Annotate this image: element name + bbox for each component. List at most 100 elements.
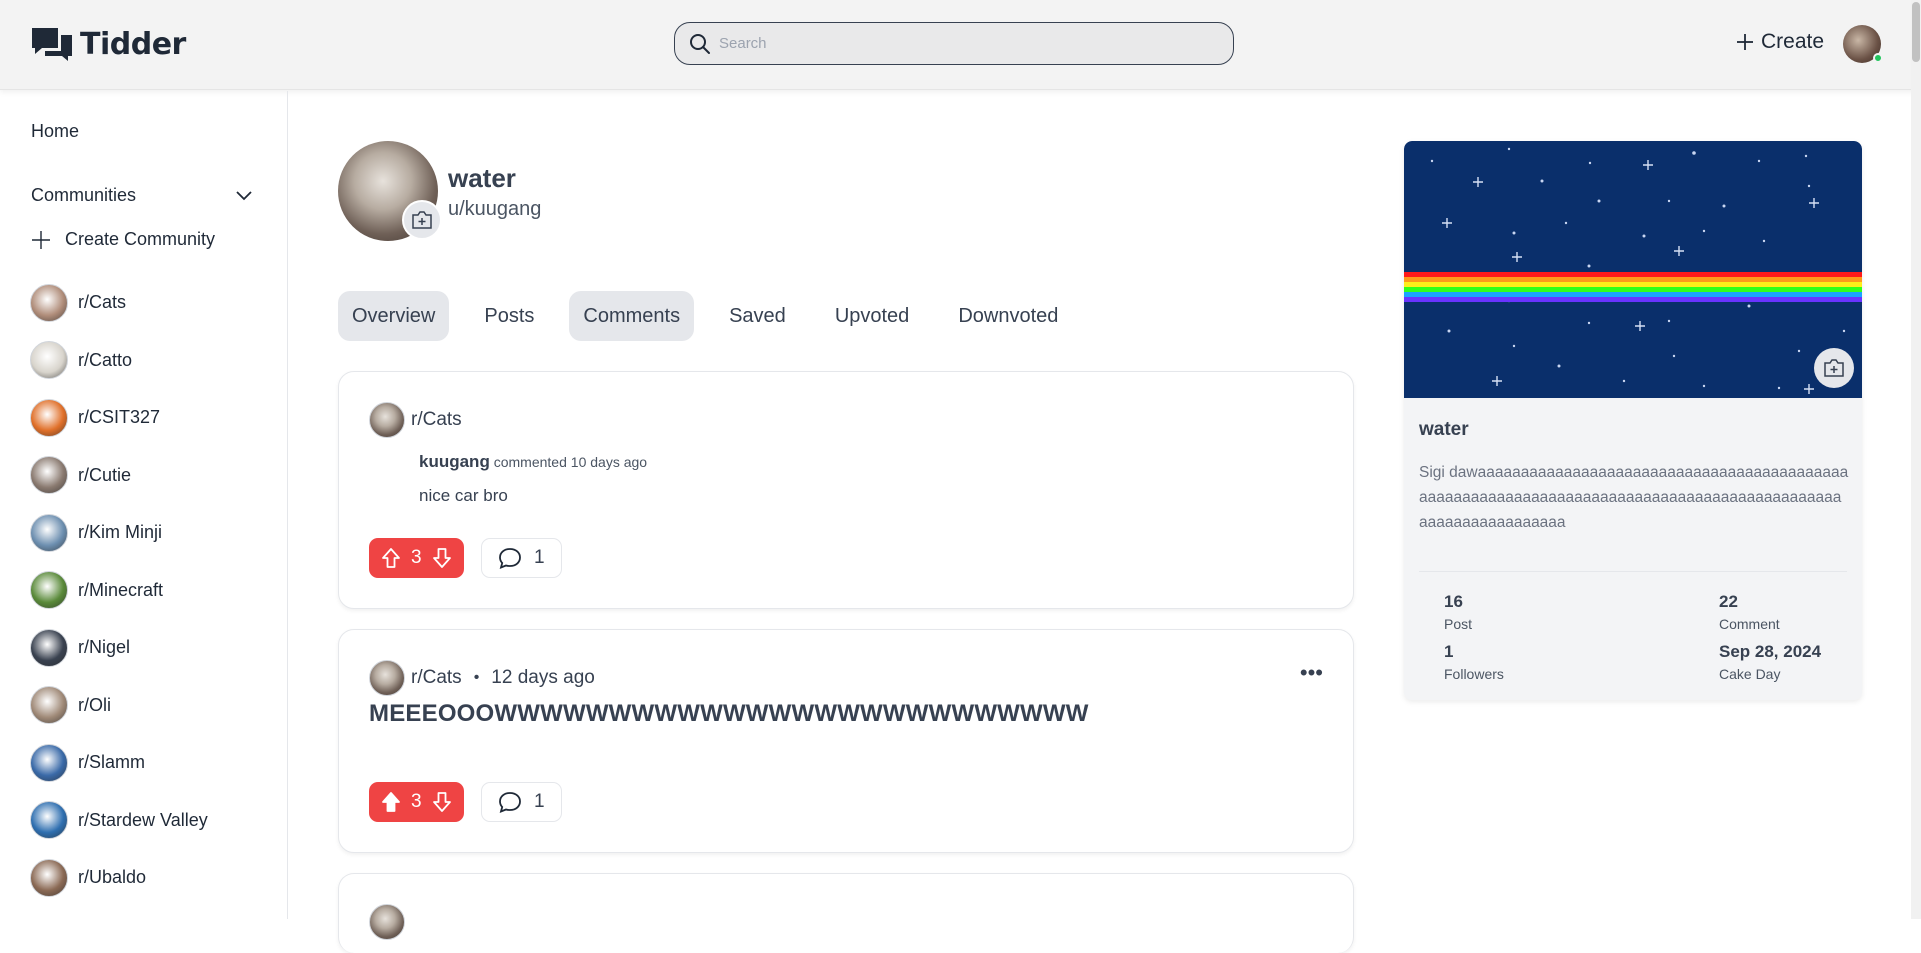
chevron-down-icon: [236, 190, 252, 200]
vote-control: 3: [369, 538, 464, 578]
sidebar-item-community[interactable]: r/Slamm: [30, 734, 208, 792]
plus-icon: [1737, 34, 1753, 50]
create-community-button[interactable]: Create Community: [31, 229, 215, 250]
post-time: 12 days ago: [491, 667, 595, 688]
tab-upvoted[interactable]: Upvoted: [821, 291, 924, 341]
communities-toggle[interactable]: Communities: [31, 185, 253, 206]
community-avatar: [30, 801, 68, 840]
card-header: r/Cats: [369, 402, 462, 438]
comment-count: 1: [534, 791, 545, 812]
comment-count: 1: [534, 547, 545, 568]
scrollbar-thumb[interactable]: [1912, 2, 1920, 62]
profile-tabs: Overview Posts Comments Saved Upvoted Downvot…: [338, 291, 1093, 341]
stat-followers-value: 1: [1444, 642, 1454, 661]
create-button[interactable]: Create: [1735, 30, 1824, 54]
tab-downvoted[interactable]: Downvoted: [944, 291, 1072, 341]
community-avatar: [30, 341, 68, 380]
sidebar-item-community[interactable]: r/Kim Minji: [30, 504, 208, 562]
community-label: r/Ubaldo: [78, 867, 147, 888]
community-label: r/Minecraft: [78, 579, 164, 600]
change-banner-button[interactable]: [1814, 348, 1854, 388]
comments-button[interactable]: 1: [481, 782, 562, 822]
sidebar-item-community[interactable]: r/Cutie: [30, 447, 208, 505]
community-label: r/Cats: [78, 292, 127, 313]
comment-meta: kuugang commented 10 days ago: [419, 452, 647, 472]
stat-followers-label: Followers: [1444, 666, 1504, 682]
tab-comments[interactable]: Comments: [569, 291, 695, 341]
sidebar-item-community[interactable]: r/Cats: [30, 274, 208, 332]
search-bar[interactable]: [674, 22, 1234, 65]
community-avatar: [30, 456, 68, 495]
comments-button[interactable]: 1: [481, 538, 562, 578]
stat-posts-value: 16: [1444, 592, 1463, 611]
upvote-icon[interactable]: [381, 547, 401, 569]
comment-author[interactable]: kuugang: [419, 452, 490, 471]
sidebar-item-community[interactable]: r/Catto: [30, 332, 208, 390]
community-avatar: [30, 628, 68, 667]
sidebar-item-community[interactable]: r/Nigel: [30, 619, 208, 677]
community-avatar: [30, 398, 68, 437]
plus-icon: [32, 230, 50, 249]
community-label: r/Oli: [78, 694, 111, 715]
panel-description: Sigi dawaaaaaaaaaaaaaaaaaaaaaaaaaaaaaaaa…: [1419, 464, 1849, 531]
upvote-filled-icon[interactable]: [381, 791, 401, 813]
profile-side-panel: water Sigi dawaaaaaaaaaaaaaaaaaaaaaaaaaa…: [1404, 141, 1862, 700]
vote-count: 3: [411, 547, 422, 568]
sidebar-item-community[interactable]: r/CSIT327: [30, 389, 208, 447]
panel-display-name: water: [1419, 419, 1469, 440]
community-name[interactable]: r/Cats: [411, 409, 462, 431]
comment-bubble-icon: [499, 792, 521, 813]
vote-count: 3: [411, 791, 422, 812]
sidebar-item-community[interactable]: r/Minecraft: [30, 562, 208, 620]
comment-bubble-icon: [499, 548, 521, 569]
stat-comments-value: 22: [1719, 592, 1738, 611]
comment-card[interactable]: r/Cats kuugang commented 10 days ago nic…: [338, 371, 1354, 609]
downvote-icon[interactable]: [432, 791, 452, 813]
sidebar-item-community[interactable]: r/Oli: [30, 677, 208, 735]
community-avatar: [30, 571, 68, 610]
panel-divider: [1419, 571, 1847, 572]
community-label: r/Slamm: [78, 752, 145, 773]
stat-posts: 16 Post: [1444, 592, 1472, 632]
community-label: r/Stardew Valley: [78, 809, 208, 830]
sidebar-item-home[interactable]: Home: [31, 121, 79, 142]
stat-comments-label: Comment: [1719, 616, 1780, 632]
sidebar-item-community[interactable]: r/Ubaldo: [30, 849, 208, 907]
top-header: Tidder Create: [0, 0, 1921, 90]
search-icon: [690, 33, 710, 54]
meta-separator: •: [473, 669, 480, 686]
camera-plus-icon: [412, 211, 432, 229]
stat-cake-day-label: Cake Day: [1719, 666, 1781, 682]
post-card[interactable]: r/Cats • 12 days ago ••• MEEEOOOWWWWWWWW…: [338, 629, 1354, 853]
tab-saved[interactable]: Saved: [715, 291, 800, 341]
community-avatar: [30, 513, 68, 552]
tab-overview[interactable]: Overview: [338, 291, 450, 341]
communities-label: Communities: [31, 185, 137, 205]
search-input[interactable]: [719, 35, 1219, 52]
downvote-icon[interactable]: [432, 547, 452, 569]
community-list: r/Cats r/Catto r/CSIT327 r/Cutie r/Kim Minji…: [30, 274, 208, 907]
app-logo[interactable]: Tidder: [30, 26, 186, 62]
tab-posts[interactable]: Posts: [470, 291, 548, 341]
community-label: r/CSIT327: [78, 407, 161, 428]
page-scrollbar[interactable]: [1911, 0, 1921, 919]
comment-action: commented: [493, 454, 567, 470]
stat-cake-day-value: Sep 28, 2024: [1719, 642, 1822, 661]
community-avatar: [369, 660, 405, 696]
post-title[interactable]: MEEEOOOWWWWWWWWWWWWWWWWWWWWWWWWWW: [369, 700, 1089, 728]
profile-handle: u/kuugang: [448, 198, 542, 220]
camera-plus-icon: [1824, 359, 1844, 377]
community-label: r/Cutie: [78, 464, 132, 485]
sidebar-item-community[interactable]: r/Stardew Valley: [30, 792, 208, 850]
app-name: Tidder: [80, 26, 186, 62]
community-name[interactable]: r/Cats: [411, 667, 462, 689]
more-options-icon[interactable]: •••: [1300, 660, 1323, 686]
profile-name: water: [448, 163, 516, 193]
card-header: r/Cats • 12 days ago: [369, 660, 595, 696]
create-label: Create: [1761, 30, 1825, 53]
vote-control: 3: [369, 782, 464, 822]
change-avatar-button[interactable]: [402, 200, 442, 240]
post-card[interactable]: [338, 873, 1354, 953]
profile-banner: [1404, 141, 1862, 398]
community-avatar: [30, 743, 68, 782]
